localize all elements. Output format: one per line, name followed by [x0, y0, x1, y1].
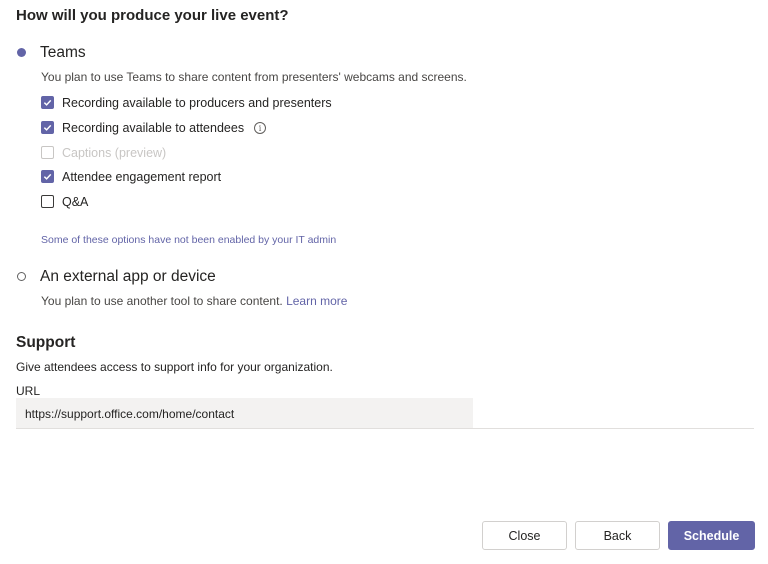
close-button[interactable]: Close [482, 521, 567, 550]
checkbox-engagement-report[interactable] [41, 170, 54, 183]
checkbox-recording-producers[interactable] [41, 96, 54, 109]
schedule-button[interactable]: Schedule [668, 521, 755, 550]
checkbox-label-engagement-report[interactable]: Attendee engagement report [62, 170, 221, 184]
checkmark-icon [43, 99, 52, 106]
admin-note: Some of these options have not been enab… [41, 234, 337, 246]
url-label: URL [16, 384, 41, 398]
support-title: Support [16, 334, 76, 351]
page-heading: How will you produce your live event? [16, 7, 289, 24]
checkbox-label-qa[interactable]: Q&A [62, 195, 88, 209]
checkbox-qa[interactable] [41, 195, 54, 208]
external-option-title[interactable]: An external app or device [40, 268, 216, 286]
checkmark-icon [43, 124, 52, 131]
checkbox-recording-attendees[interactable] [41, 121, 54, 134]
url-input[interactable] [16, 398, 473, 429]
external-description-text: You plan to use another tool to share co… [41, 294, 283, 308]
back-button[interactable]: Back [575, 521, 660, 550]
teams-option-title[interactable]: Teams [40, 44, 86, 62]
learn-more-link[interactable]: Learn more [286, 294, 347, 308]
external-radio[interactable] [17, 272, 26, 281]
checkbox-captions [41, 146, 54, 159]
checkmark-icon [43, 173, 52, 180]
external-description: You plan to use another tool to share co… [41, 294, 347, 308]
teams-description: You plan to use Teams to share content f… [41, 70, 467, 84]
support-description: Give attendees access to support info fo… [16, 360, 333, 374]
checkbox-label-recording-attendees[interactable]: Recording available to attendees [62, 121, 244, 135]
info-icon[interactable]: i [254, 122, 266, 134]
checkbox-label-recording-producers[interactable]: Recording available to producers and pre… [62, 96, 332, 110]
checkbox-label-captions: Captions (preview) [62, 146, 167, 160]
url-underline [16, 428, 754, 429]
teams-radio[interactable] [17, 48, 26, 57]
